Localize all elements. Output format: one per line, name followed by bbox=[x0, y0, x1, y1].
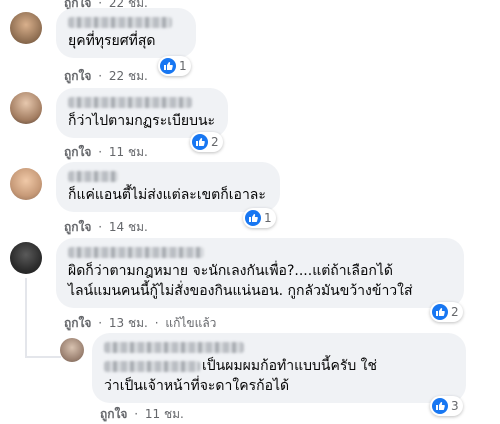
avatar[interactable] bbox=[10, 12, 42, 44]
comment-meta: ถูกใจ · 22 ชม. bbox=[64, 69, 148, 83]
reaction-count[interactable]: 2 bbox=[430, 302, 463, 322]
comment-text: ผิดก็ว่าตามกฎหมาย จะนักเลงกันเพื่อ?....แ… bbox=[68, 263, 394, 279]
reaction-count[interactable]: 3 bbox=[430, 396, 463, 416]
tagged-name-blurred[interactable] bbox=[104, 361, 200, 372]
comment-text: ก็ว่าไปตามกฏระเบียบนะ bbox=[68, 113, 216, 129]
reply-bubble: เป็นผมผมก้อทำแบบนี้ครับ ใช่ ว่าเป็นเจ้าห… bbox=[92, 333, 466, 403]
commenter-name-blurred[interactable] bbox=[68, 97, 192, 108]
like-link[interactable]: ถูกใจ bbox=[64, 145, 91, 159]
comment-text: ยุคที่ทุรยศที่สุด bbox=[68, 33, 156, 49]
edited-label[interactable]: แก้ไขแล้ว bbox=[165, 316, 216, 330]
reaction-count[interactable]: 2 bbox=[190, 132, 223, 152]
comment-meta: ถูกใจ · 11 ชม. bbox=[64, 145, 148, 159]
avatar[interactable] bbox=[60, 338, 84, 362]
like-icon bbox=[432, 304, 448, 320]
reply-connector bbox=[25, 356, 61, 358]
avatar[interactable] bbox=[10, 92, 42, 124]
commenter-name-blurred[interactable] bbox=[68, 247, 204, 258]
like-link[interactable]: ถูกใจ bbox=[64, 220, 91, 234]
like-link[interactable]: ถูกใจ bbox=[64, 316, 91, 330]
commenter-name-blurred[interactable] bbox=[68, 17, 172, 28]
comment-bubble: ก็ว่าไปตามกฏระเบียบนะ bbox=[56, 88, 228, 138]
comment-text: ไลน์แมนคนนี้กู้ไม่สั่งของกินแน่นอน. กูกล… bbox=[68, 283, 413, 299]
avatar[interactable] bbox=[10, 168, 42, 200]
comment-meta: ถูกใจ · 11 ชม. bbox=[100, 407, 184, 421]
reply-text: ว่าเป็นเจ้าหน้าที่จะดาใครก้อได้ bbox=[104, 378, 290, 394]
avatar[interactable] bbox=[10, 242, 42, 274]
commenter-name-blurred[interactable] bbox=[68, 171, 118, 182]
like-icon bbox=[160, 58, 176, 74]
reaction-count[interactable]: 1 bbox=[158, 56, 191, 76]
comment-bubble: ยุคที่ทุรยศที่สุด bbox=[56, 8, 196, 58]
timestamp: 22 ชม. bbox=[108, 69, 148, 83]
timestamp: 13 ชม. bbox=[108, 316, 148, 330]
like-icon bbox=[245, 210, 261, 226]
commenter-name-blurred[interactable] bbox=[104, 342, 244, 353]
comment-bubble: ก็แค่แอนตี้ไม่ส่งแต่ละเขตก็เอาละ bbox=[56, 162, 280, 212]
reaction-count[interactable]: 1 bbox=[243, 208, 276, 228]
like-link[interactable]: ถูกใจ bbox=[100, 407, 127, 421]
comment-bubble: ผิดก็ว่าตามกฎหมาย จะนักเลงกันเพื่อ?....แ… bbox=[56, 238, 464, 308]
comment-meta: ถูกใจ · 14 ชม. bbox=[64, 220, 148, 234]
like-icon bbox=[192, 134, 208, 150]
reply-text: เป็นผมผมก้อทำแบบนี้ครับ ใช่ bbox=[202, 358, 378, 374]
comment-meta: ถูกใจ · 13 ชม. · แก้ไขแล้ว bbox=[64, 316, 217, 330]
timestamp: 14 ชม. bbox=[108, 220, 148, 234]
reply-thread-line bbox=[25, 278, 27, 358]
comment-text: ก็แค่แอนตี้ไม่ส่งแต่ละเขตก็เอาละ bbox=[68, 187, 266, 203]
like-icon bbox=[432, 398, 448, 414]
timestamp: 11 ชม. bbox=[144, 407, 184, 421]
timestamp: 11 ชม. bbox=[108, 145, 148, 159]
like-link[interactable]: ถูกใจ bbox=[64, 69, 91, 83]
